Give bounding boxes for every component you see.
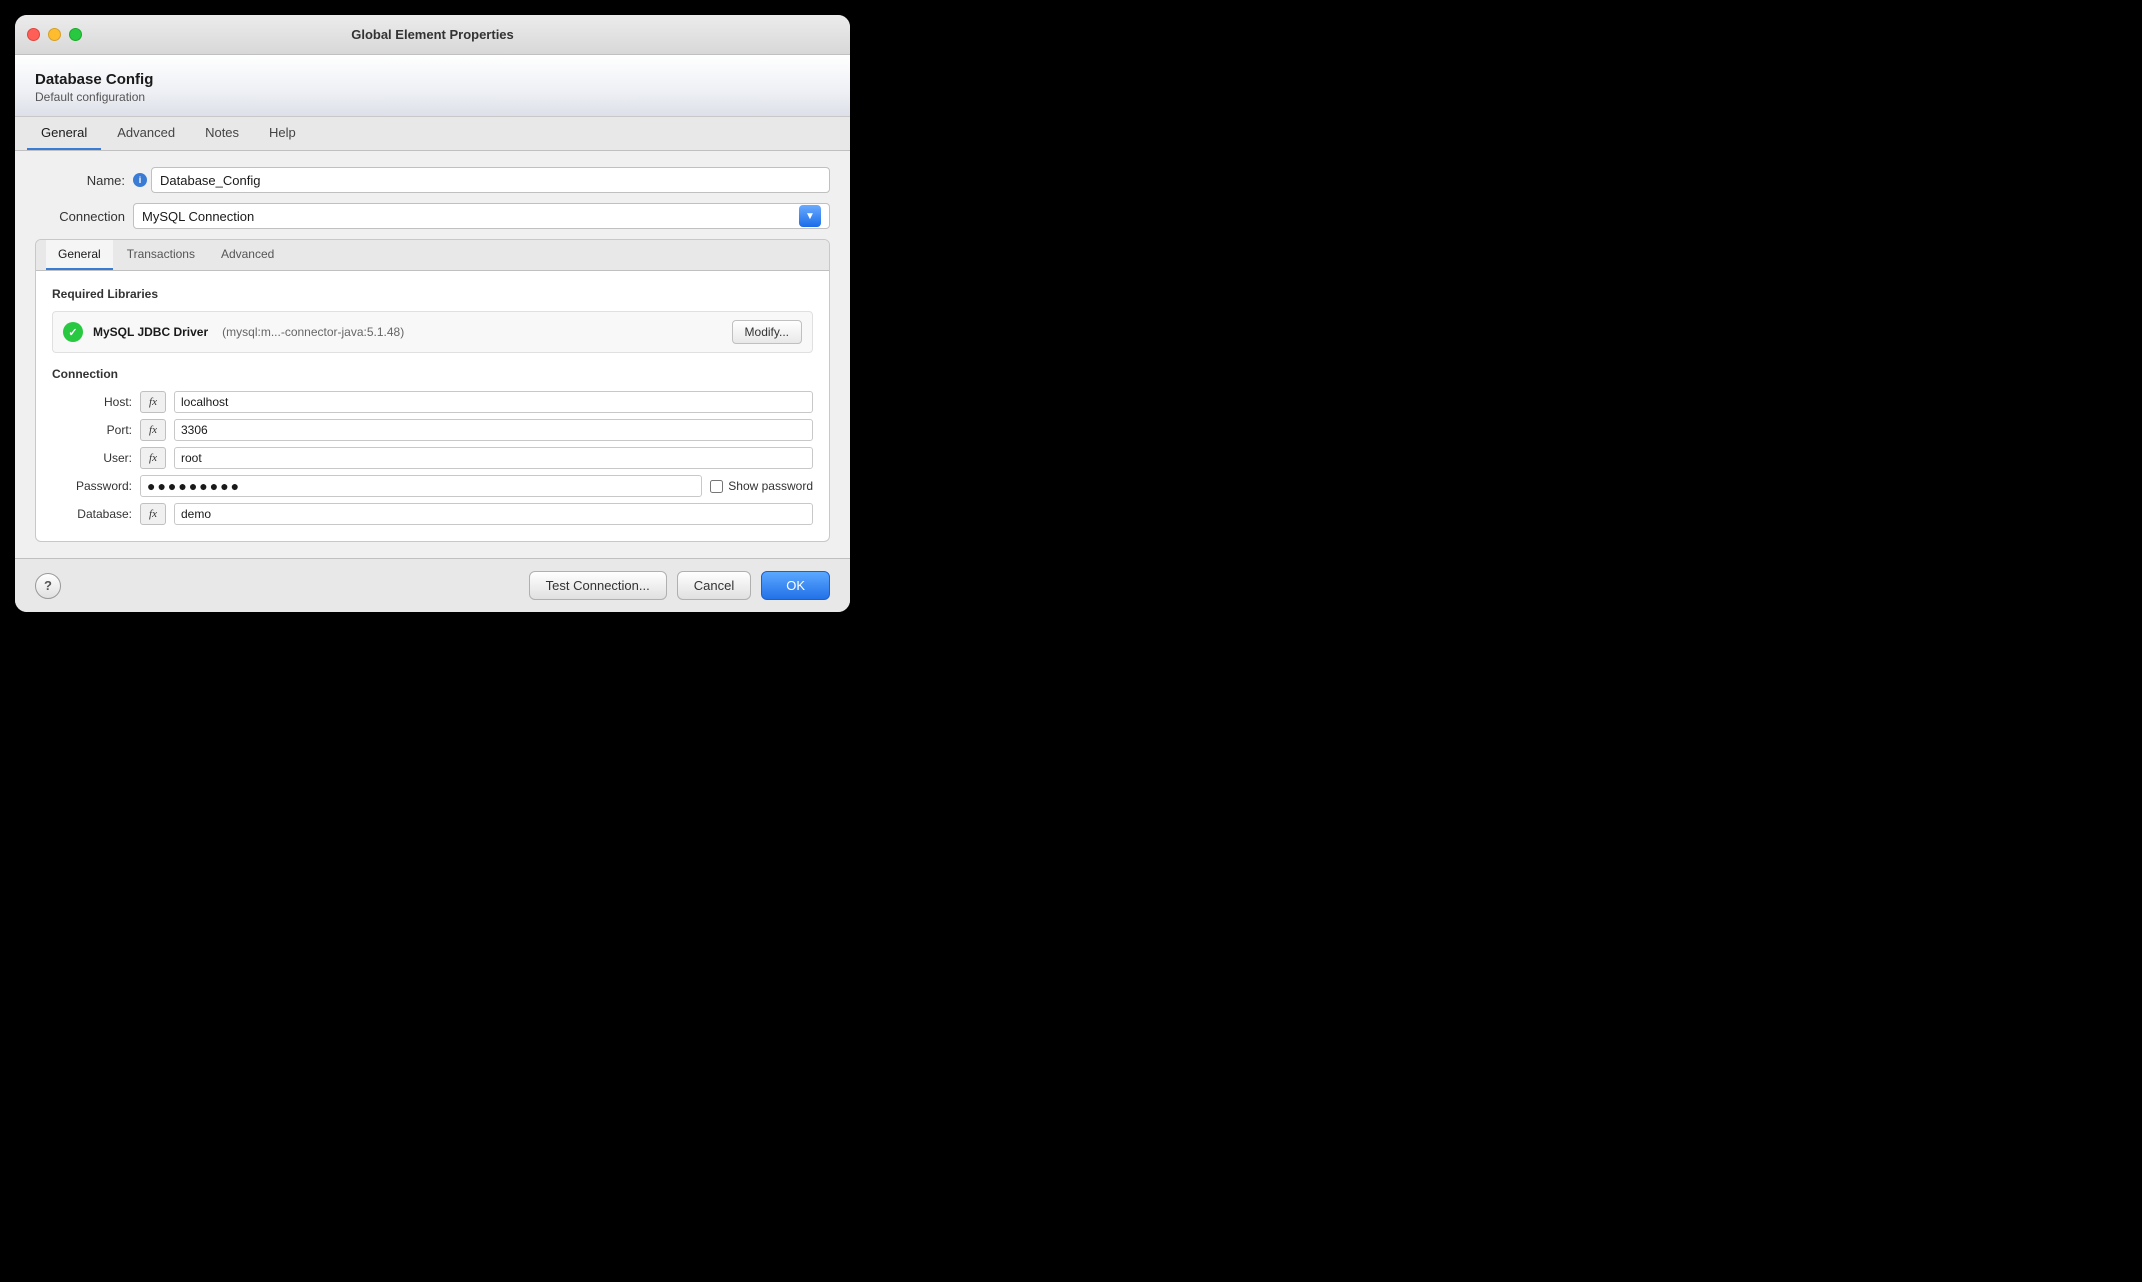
inner-tab-transactions[interactable]: Transactions	[115, 240, 207, 270]
tab-advanced[interactable]: Advanced	[103, 117, 189, 150]
inner-content: Required Libraries ✓ MySQL JDBC Driver (…	[36, 271, 829, 541]
host-fx-button[interactable]: fx	[140, 391, 166, 413]
user-row: User: fx	[52, 447, 813, 469]
host-label: Host:	[52, 395, 132, 409]
user-fx-button[interactable]: fx	[140, 447, 166, 469]
connection-dropdown[interactable]: MySQL Connection ▼	[133, 203, 830, 229]
dialog-footer: ? Test Connection... Cancel OK	[15, 558, 850, 612]
user-input[interactable]	[174, 447, 813, 469]
password-value: ●●●●●●●●●	[147, 478, 241, 494]
database-label: Database:	[52, 507, 132, 521]
connection-label: Connection	[35, 209, 125, 224]
inner-panel: General Transactions Advanced Required L…	[35, 239, 830, 542]
library-row: ✓ MySQL JDBC Driver (mysql:m...-connecto…	[52, 311, 813, 353]
database-row: Database: fx	[52, 503, 813, 525]
dialog-window: Global Element Properties Database Confi…	[15, 15, 850, 612]
ok-button[interactable]: OK	[761, 571, 830, 600]
cancel-button[interactable]: Cancel	[677, 571, 751, 600]
connection-section-title: Connection	[52, 367, 813, 381]
dialog-header: Database Config Default configuration	[15, 55, 850, 117]
database-input[interactable]	[174, 503, 813, 525]
name-row: Name: i	[35, 167, 830, 193]
port-fx-button[interactable]: fx	[140, 419, 166, 441]
database-fx-button[interactable]: fx	[140, 503, 166, 525]
inner-tab-advanced[interactable]: Advanced	[209, 240, 286, 270]
inner-tab-general[interactable]: General	[46, 240, 113, 270]
maximize-button[interactable]	[69, 28, 82, 41]
port-input[interactable]	[174, 419, 813, 441]
library-version: (mysql:m...-connector-java:5.1.48)	[222, 325, 404, 339]
host-row: Host: fx	[52, 391, 813, 413]
test-connection-button[interactable]: Test Connection...	[529, 571, 667, 600]
library-status-icon: ✓	[63, 322, 83, 342]
modify-button[interactable]: Modify...	[732, 320, 802, 344]
minimize-button[interactable]	[48, 28, 61, 41]
name-label: Name:	[35, 173, 125, 188]
dialog-content: Name: i Connection MySQL Connection ▼ Ge…	[15, 151, 850, 558]
top-tabs: General Advanced Notes Help	[15, 117, 850, 151]
dropdown-arrow-icon: ▼	[799, 205, 821, 227]
dialog-title: Database Config	[35, 71, 830, 88]
connection-value: MySQL Connection	[142, 209, 254, 224]
required-libraries-title: Required Libraries	[52, 287, 813, 301]
connection-fields: Host: fx Port: fx User: fx	[52, 391, 813, 525]
password-row: Password: ●●●●●●●●● Show password	[52, 475, 813, 497]
name-input[interactable]	[151, 167, 830, 193]
show-password-wrapper[interactable]: Show password	[710, 479, 813, 493]
title-bar: Global Element Properties	[15, 15, 850, 55]
window-title: Global Element Properties	[351, 27, 514, 42]
show-password-checkbox[interactable]	[710, 480, 723, 493]
library-name: MySQL JDBC Driver	[93, 325, 208, 339]
info-icon: i	[133, 173, 147, 187]
password-input[interactable]: ●●●●●●●●●	[140, 475, 702, 497]
dialog-subtitle: Default configuration	[35, 90, 830, 104]
show-password-label[interactable]: Show password	[728, 479, 813, 493]
close-button[interactable]	[27, 28, 40, 41]
port-row: Port: fx	[52, 419, 813, 441]
tab-help[interactable]: Help	[255, 117, 310, 150]
port-label: Port:	[52, 423, 132, 437]
footer-buttons: Test Connection... Cancel OK	[529, 571, 830, 600]
connection-row: Connection MySQL Connection ▼	[35, 203, 830, 229]
password-label: Password:	[52, 479, 132, 493]
help-button[interactable]: ?	[35, 573, 61, 599]
tab-notes[interactable]: Notes	[191, 117, 253, 150]
traffic-lights	[27, 28, 82, 41]
name-input-wrapper: i	[133, 167, 830, 193]
inner-tabs: General Transactions Advanced	[36, 240, 829, 271]
user-label: User:	[52, 451, 132, 465]
tab-general[interactable]: General	[27, 117, 101, 150]
host-input[interactable]	[174, 391, 813, 413]
